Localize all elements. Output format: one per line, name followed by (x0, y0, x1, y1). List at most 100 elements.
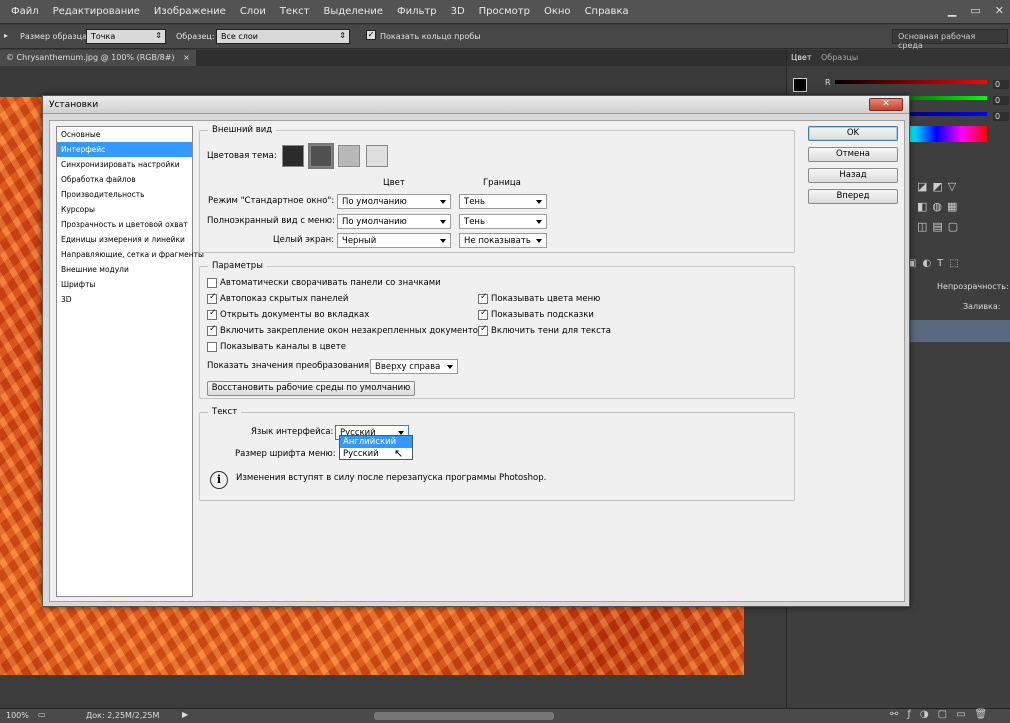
menu-filter[interactable]: Фильтр (390, 6, 444, 17)
floating-dock-box[interactable] (207, 324, 217, 336)
text-legend: Текст (212, 407, 238, 417)
minimize-icon[interactable]: ▁ (948, 4, 956, 17)
standard-mode-color-select[interactable]: По умолчанию (337, 194, 451, 209)
auto-collapse-checkbox[interactable]: Автоматически сворачивать панели со знач… (207, 278, 441, 288)
text-shadow-checkbox[interactable]: Включить тени для текста (478, 324, 611, 336)
dialog-title: Установки (49, 100, 99, 110)
close-dialog-button[interactable]: ✕ (869, 98, 903, 111)
menu-window[interactable]: Окно (537, 6, 578, 17)
channel-r-label: R (825, 78, 831, 87)
tab-color[interactable]: Цвет (791, 53, 812, 62)
category-file-handling[interactable]: Обработка файлов (57, 172, 192, 187)
category-cursors[interactable]: Курсоры (57, 202, 192, 217)
cancel-button[interactable]: Отмена (808, 147, 898, 162)
menu-colors-box[interactable] (478, 292, 488, 304)
menu-view[interactable]: Просмотр (472, 6, 537, 17)
fullscreen-menu-color-select[interactable]: По умолчанию (337, 214, 451, 229)
menu-colors-checkbox[interactable]: Показывать цвета меню (478, 292, 600, 304)
column-border-header: Граница (483, 178, 521, 188)
document-tab[interactable]: © Chrysanthemum.jpg @ 100% (RGB/8#) × (0, 50, 196, 66)
restart-notice: Изменения вступят в силу после перезапус… (236, 473, 547, 483)
blue-value[interactable]: 0 (993, 112, 1009, 121)
floating-dock-label: Включить закрепление окон незакрепленных… (220, 326, 483, 336)
menu-select[interactable]: Выделение (316, 6, 390, 17)
category-sync[interactable]: Синхронизировать настройки (57, 157, 192, 172)
document-tab-bar: © Chrysanthemum.jpg @ 100% (RGB/8#) × (0, 50, 786, 66)
selected-layer-row[interactable] (907, 320, 1010, 342)
back-button[interactable]: Назад (808, 168, 898, 183)
fill-label: Заливка: (963, 302, 1001, 311)
tooltips-checkbox[interactable]: Показывать подсказки (478, 308, 594, 320)
sample-size-label: Размер образца: (20, 32, 90, 41)
tool-preset-icon[interactable]: ▸ (4, 31, 8, 40)
auto-collapse-label: Автоматически сворачивать панели со знач… (220, 278, 441, 288)
zoom-level[interactable]: 100% (6, 711, 29, 720)
adjustments-icons-row3[interactable]: ◫▤▢ (917, 220, 963, 233)
opacity-label: Непрозрачность: (937, 282, 1009, 291)
adjustments-icons-row2[interactable]: ◧◍▦ (917, 200, 962, 213)
close-window-icon[interactable]: ✕ (995, 4, 1004, 17)
sample-label: Образец: (176, 32, 215, 41)
category-general[interactable]: Основные (57, 127, 192, 142)
menu-image[interactable]: Изображение (147, 6, 233, 17)
menu-type[interactable]: Текст (273, 6, 317, 17)
text-shadow-box[interactable] (478, 324, 488, 336)
category-type[interactable]: Шрифты (57, 277, 192, 292)
auto-show-panels-box[interactable] (207, 292, 217, 304)
adjustments-icons[interactable]: ◪◩▽ (917, 180, 961, 193)
category-units[interactable]: Единицы измерения и линейки (57, 232, 192, 247)
menu-3d[interactable]: 3D (444, 6, 472, 17)
close-tab-icon[interactable]: × (183, 53, 190, 62)
menu-bar: Файл Редактирование Изображение Слои Тек… (0, 0, 1010, 24)
category-transparency[interactable]: Прозрачность и цветовой охват (57, 217, 192, 232)
ok-button[interactable]: OK (808, 126, 898, 141)
menu-layers[interactable]: Слои (233, 6, 273, 17)
reset-workspaces-button[interactable]: Восстановить рабочие среды по умолчанию (207, 381, 415, 396)
category-interface[interactable]: Интерфейс (57, 142, 192, 157)
sample-size-select[interactable]: Точка (86, 29, 166, 44)
forward-button[interactable]: Вперед (808, 189, 898, 204)
color-channels-box[interactable] (207, 342, 217, 352)
category-3d[interactable]: 3D (57, 292, 192, 307)
fullscreen-border-select[interactable]: Не показывать (459, 233, 547, 248)
category-guides[interactable]: Направляющие, сетка и фрагменты (57, 247, 204, 262)
maximize-icon[interactable]: ▭ (970, 4, 980, 17)
status-menu-icon[interactable]: ▶ (182, 710, 188, 719)
menu-file[interactable]: Файл (4, 6, 46, 17)
menu-edit[interactable]: Редактирование (46, 6, 147, 17)
theme-swatch-lightest[interactable] (366, 145, 388, 167)
preferences-dialog: Установки ✕ Основные Интерфейс Синхрониз… (42, 95, 910, 607)
dialog-title-bar[interactable]: Установки ✕ (43, 96, 909, 114)
floating-dock-checkbox[interactable]: Включить закрепление окон незакрепленных… (207, 324, 483, 336)
parameters-legend: Параметры (212, 261, 263, 271)
auto-show-panels-checkbox[interactable]: Автопоказ скрытых панелей (207, 292, 348, 304)
open-in-tabs-box[interactable] (207, 308, 217, 320)
color-channels-checkbox[interactable]: Показывать каналы в цвете (207, 342, 346, 352)
category-plugins[interactable]: Внешние модули (57, 262, 192, 277)
transform-values-select[interactable]: Вверху справа (370, 359, 458, 374)
workspace-switcher[interactable]: Основная рабочая среда (892, 29, 1008, 50)
show-ring-checkbox[interactable]: ✓ (366, 30, 376, 40)
menu-help[interactable]: Справка (578, 6, 636, 17)
tab-swatches[interactable]: Образцы (821, 53, 858, 62)
fullscreen-color-select[interactable]: Черный (337, 233, 451, 248)
green-value[interactable]: 0 (993, 96, 1009, 105)
standard-mode-border-select[interactable]: Тень (459, 194, 547, 209)
fullscreen-menu-border-select[interactable]: Тень (459, 214, 547, 229)
auto-collapse-box[interactable] (207, 278, 217, 288)
transform-values-label: Показать значения преобразования: (207, 361, 372, 371)
red-slider[interactable] (835, 80, 987, 84)
sample-select[interactable]: Все слои (216, 29, 350, 44)
theme-swatch-darkest[interactable] (282, 145, 304, 167)
layers-bottom-icons[interactable]: ⚯ƒ◑▢▭🗑 (890, 709, 996, 720)
status-bar: 100% ▭ Док: 2,25M/2,25M ▶ ⚯ƒ◑▢▭🗑 (0, 708, 1010, 723)
category-performance[interactable]: Производительность (57, 187, 192, 202)
horizontal-scrollbar[interactable] (374, 712, 554, 720)
theme-swatch-light[interactable] (338, 145, 360, 167)
red-value[interactable]: 0 (993, 80, 1009, 89)
theme-swatch-dark[interactable] (308, 143, 334, 169)
tooltips-box[interactable] (478, 308, 488, 320)
layer-filter-icons[interactable]: ▣◐T⬚ (907, 258, 965, 269)
foreground-color-swatch[interactable] (793, 78, 807, 92)
open-in-tabs-checkbox[interactable]: Открыть документы во вкладках (207, 308, 369, 320)
